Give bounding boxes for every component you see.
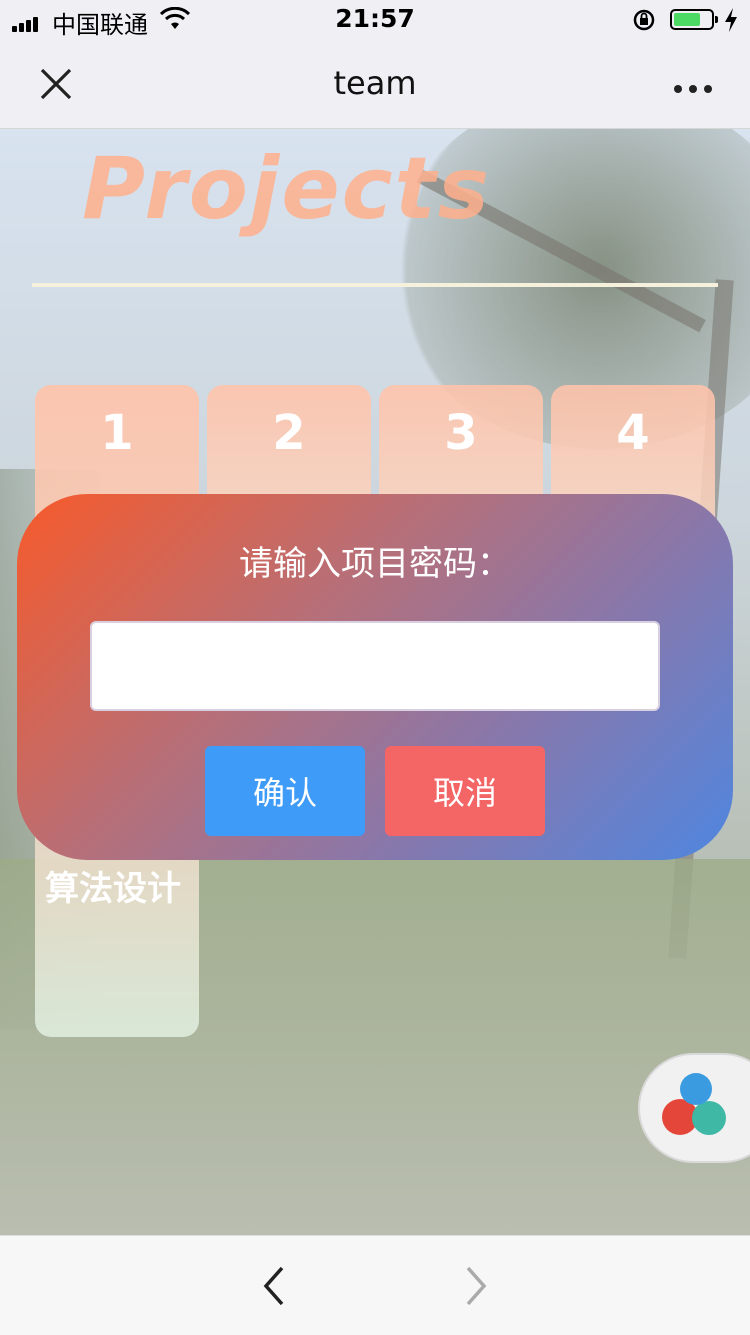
nav-bar: team: [0, 40, 750, 129]
project-card-number: 4: [616, 405, 650, 461]
app-logo-icon: [680, 1073, 712, 1105]
page-title: team: [333, 64, 417, 102]
project-card-subtitle: 算法设计: [45, 869, 181, 909]
status-bar: 中国联通 21:57: [0, 0, 750, 40]
rotation-lock-icon: [632, 8, 656, 36]
dialog-prompt: 请输入项目密码：: [239, 544, 511, 584]
confirm-button[interactable]: 确认: [205, 746, 365, 836]
chevron-right-icon[interactable]: [458, 1264, 494, 1312]
more-icon[interactable]: [674, 78, 719, 97]
cancel-button[interactable]: 取消: [385, 746, 545, 836]
project-card-number: 2: [272, 405, 306, 461]
chevron-left-icon[interactable]: [256, 1264, 292, 1312]
app-logo-icon: [692, 1101, 726, 1135]
project-card-number: 3: [444, 405, 478, 461]
browser-toolbar: [0, 1235, 750, 1335]
heading-divider: [32, 283, 718, 287]
project-card-number: 1: [100, 405, 134, 461]
floating-app-widget[interactable]: [638, 1053, 750, 1163]
projects-heading: Projects: [82, 139, 491, 239]
password-dialog: 请输入项目密码： 确认 取消: [17, 494, 733, 860]
password-input[interactable]: [90, 621, 660, 711]
charging-icon: [724, 8, 738, 36]
battery-icon: [670, 9, 718, 30]
